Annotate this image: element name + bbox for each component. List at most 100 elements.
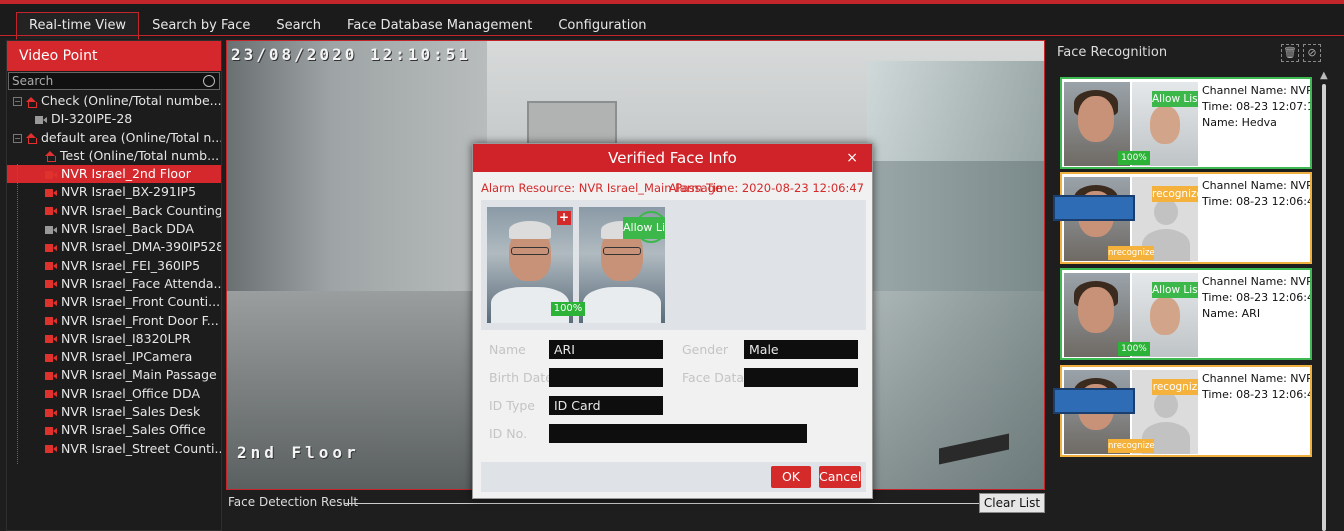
tree-item[interactable]: NVR Israel_Office DDA (7, 385, 221, 403)
tree-item-label: NVR Israel_Front Counti... (61, 294, 221, 310)
tab-divider (0, 35, 1344, 36)
area-icon (26, 96, 37, 108)
channel-name: Channel Name: NVR Is (1202, 275, 1310, 288)
tree-item-label: NVR Israel_Sales Desk (61, 404, 201, 420)
stranger-tag: recognize (1152, 186, 1198, 202)
tree-item-label: NVR Israel_Front Door F... (61, 312, 219, 328)
thumb-head (1150, 106, 1180, 144)
alarm-info-row: Alarm Resource: NVR Israel_Main Passage … (473, 172, 872, 200)
recognition-card[interactable]: Allow List 100% Channel Name: NVR Is Time: … (1060, 268, 1312, 360)
add-face-icon[interactable]: + (557, 211, 571, 225)
tree-item[interactable]: − default area (Online/Total n... (7, 129, 221, 147)
hide-icon[interactable]: ⊘ (1303, 44, 1321, 62)
gender-field[interactable]: Male (744, 340, 858, 359)
tree-item-label: NVR Israel_Sales Office (61, 422, 206, 438)
camera-icon (45, 353, 57, 362)
birth-date-label: Birth Date (489, 370, 553, 385)
id-number-field[interactable] (549, 424, 807, 443)
app-window: Real-time View Search by Face Search Fac… (0, 0, 1344, 531)
capture-time: Time: 08-23 12:06:49 (1202, 195, 1310, 208)
tree-item[interactable]: − Check (Online/Total numbe... (7, 92, 221, 110)
scroll-up-icon[interactable]: ▲ (1320, 70, 1328, 81)
tree-item[interactable]: NVR Israel_IPCamera (7, 348, 221, 366)
privacy-mask (1053, 195, 1135, 221)
face-image-panel: + Allow List 100% (481, 200, 866, 330)
clear-list-button[interactable]: Clear List (979, 493, 1045, 513)
card-info: Channel Name: NVR Is Time: 08-23 12:06:47… (1202, 274, 1310, 322)
tree-item[interactable]: NVR Israel_Sales Office (7, 421, 221, 439)
id-type-field[interactable]: ID Card (549, 396, 663, 415)
person-shirt (583, 287, 661, 323)
cancel-button[interactable]: Cancel (819, 466, 861, 488)
recognition-card[interactable]: Allow List 100% Channel Name: NVR Is Time: … (1060, 77, 1312, 169)
tree-item[interactable]: NVR Israel_Front Door F... (7, 312, 221, 330)
tree-item[interactable]: NVR Israel_Sales Desk (7, 403, 221, 421)
tree-item-label: NVR Israel_Back Counting (61, 202, 221, 218)
tree-item[interactable]: NVR Israel_Back Counting (7, 202, 221, 220)
card-info: Channel Name: NVR Is Time: 08-23 12:07:19… (1202, 83, 1310, 131)
tree-item[interactable]: NVR Israel_2nd Floor (7, 165, 221, 184)
tree-item[interactable]: NVR Israel_Front Counti... (7, 293, 221, 311)
birth-date-field[interactable] (549, 368, 663, 387)
similarity-badge: 100% (1118, 342, 1150, 356)
face-database-field[interactable] (744, 368, 858, 387)
tree-item[interactable]: NVR Israel_Main Passage (7, 366, 221, 384)
tree-item[interactable]: NVR Israel_Face Attenda... (7, 275, 221, 293)
tree-item[interactable]: NVR Israel_Back DDA (7, 220, 221, 238)
card-scrollbar[interactable]: ▲ (1319, 70, 1329, 531)
stranger-tag: recogniz (1152, 379, 1198, 395)
collapse-icon[interactable]: − (13, 97, 22, 106)
id-type-row: ID Type ID Card (489, 396, 669, 416)
tree-item[interactable]: NVR Israel_FEI_360IP5 (7, 257, 221, 275)
collapse-icon[interactable]: − (13, 133, 22, 143)
search-input[interactable]: Search (8, 72, 220, 90)
camera-icon (45, 280, 57, 289)
video-point-panel: Video Point Search − Check (Online/Total … (6, 40, 222, 531)
tree-item-label: NVR Israel_DMA-390IP528 (61, 239, 221, 255)
tree-item[interactable]: DI-320IPE-28 (7, 110, 221, 128)
ok-button[interactable]: OK (771, 466, 811, 488)
channel-name: Channel Name: NVR Is (1202, 372, 1310, 385)
tree-item[interactable]: Test (Online/Total numb... (7, 147, 221, 165)
allow-list-tag: Allow List (1152, 91, 1198, 107)
tree-item[interactable]: NVR Israel_Street Counti... (7, 440, 221, 458)
similarity-badge: 100% (1118, 151, 1150, 165)
birth-date-row: Birth Date (489, 368, 669, 388)
tree-item[interactable]: NVR Israel_I8320LPR (7, 330, 221, 348)
tree-item-label: NVR Israel_Back DDA (61, 221, 194, 237)
allow-list-tag: Allow List (1152, 282, 1198, 298)
face-database-row: Face Datab (682, 368, 862, 388)
tree-item[interactable]: NVR Israel_BX-291IP5 (7, 183, 221, 201)
tree-item-label: Check (Online/Total numbe... (41, 93, 221, 108)
trash-icon[interactable]: 🗑 (1281, 44, 1299, 62)
camera-icon (45, 335, 57, 344)
tree-item-label: NVR Israel_FEI_360IP5 (61, 257, 201, 273)
tree-item-label: Test (Online/Total numb... (60, 147, 220, 163)
name-field[interactable]: ARI (549, 340, 663, 359)
camera-icon (45, 207, 57, 216)
capture-time: Time: 08-23 12:06:47 (1202, 388, 1310, 401)
tree-connector-line (17, 164, 18, 464)
face-database-label: Face Datab (682, 370, 753, 385)
capture-time: Time: 08-23 12:07:19 (1202, 100, 1310, 113)
privacy-mask (1053, 388, 1135, 414)
osd-timestamp: 23/08/2020 12:10:51 (231, 45, 472, 64)
camera-icon (45, 390, 57, 399)
camera-icon (45, 426, 57, 435)
close-icon[interactable]: × (846, 144, 858, 172)
search-icon[interactable] (203, 75, 215, 87)
channel-name: Channel Name: NVR Is (1202, 179, 1310, 192)
gender-label: Gender (682, 342, 729, 357)
camera-icon (45, 170, 57, 179)
dialog-header: Verified Face Info × (473, 144, 872, 172)
area-icon (26, 133, 37, 145)
tree-item-label: NVR Israel_Main Passage (61, 367, 217, 383)
tree-item-label: NVR Israel_BX-291IP5 (61, 184, 197, 200)
scrollbar-thumb[interactable] (1322, 84, 1326, 531)
camera-icon (45, 317, 57, 326)
face-recognition-panel: Face Recognition 🗑 ⊘ ▲ Allow List 100% Cha… (1049, 40, 1344, 531)
tree-item[interactable]: NVR Israel_DMA-390IP528 (7, 238, 221, 256)
dialog-title: Verified Face Info (608, 149, 737, 167)
similarity-badge: nrecognize (1108, 246, 1154, 260)
camera-icon (45, 225, 57, 234)
